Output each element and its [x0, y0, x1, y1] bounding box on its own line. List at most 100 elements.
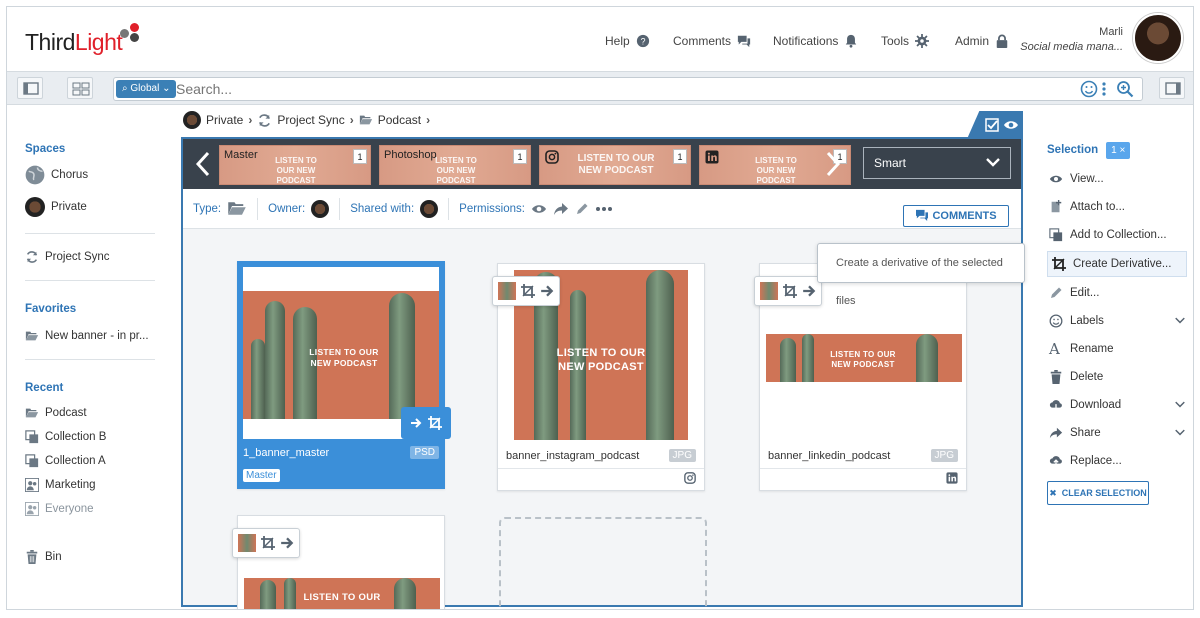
meta-permissions[interactable]: Permissions: — [449, 198, 623, 220]
action-label: Edit... — [1070, 287, 1100, 299]
meta-shared[interactable]: Shared with: — [340, 197, 450, 220]
asset-card-selected[interactable]: LISTEN TO OUR NEW PODCAST 1_banner_maste… — [237, 261, 451, 489]
sidebar-item-podcast[interactable]: Podcast — [25, 406, 165, 420]
sidebar-divider — [25, 359, 155, 360]
action-rename[interactable]: A Rename — [1047, 339, 1187, 359]
nav-help[interactable]: Help ? — [605, 31, 650, 51]
tile-count-badge: 1 — [513, 149, 527, 164]
version-tile-photoshop[interactable]: Photoshop LISTEN TO OUR NEW PODCAST 1 — [379, 145, 531, 185]
action-share[interactable]: Share — [1047, 423, 1187, 443]
panel-tab — [967, 111, 1023, 139]
photo-text: LISTEN TO OUR — [303, 592, 381, 603]
clear-selection-button[interactable]: ✖ CLEAR SELECTION — [1047, 481, 1149, 505]
sidebar-item-label: New banner - in pr... — [45, 330, 149, 342]
svg-text:?: ? — [640, 37, 645, 47]
card-filetype-badge: PSD — [410, 446, 439, 459]
chevron-right-icon[interactable] — [825, 151, 841, 177]
nav-admin[interactable]: Admin — [955, 31, 1009, 51]
user-info[interactable]: Marli Social media mana... — [1020, 25, 1123, 55]
search-input[interactable] — [176, 79, 1036, 99]
card-actions-overlay[interactable] — [492, 276, 560, 306]
sidebar-item-marketing[interactable]: Marketing — [25, 478, 165, 492]
sidebar-item-collection-b[interactable]: Collection B — [25, 430, 165, 444]
photo-text: NEW PODCAST — [558, 361, 644, 373]
chevron-down-icon — [1175, 401, 1185, 408]
trash-icon — [1050, 370, 1062, 384]
action-label: Replace... — [1070, 455, 1122, 467]
action-replace[interactable]: Replace... — [1047, 451, 1187, 471]
card-thumbnail: LISTEN TO OUR NEW PODCAST — [766, 334, 962, 382]
action-attach[interactable]: Attach to... — [1047, 197, 1187, 217]
sidebar-item-everyone[interactable]: Everyone — [25, 502, 165, 516]
search-scope-dropdown[interactable]: ⌕ Global ⌄ — [116, 80, 177, 98]
folder-open-icon — [359, 115, 372, 125]
nav-tools[interactable]: Tools — [881, 31, 930, 51]
meta-owner[interactable]: Owner: — [258, 197, 341, 220]
thirdlight-logo[interactable]: ThirdLight — [25, 23, 140, 56]
eye-icon[interactable] — [1003, 119, 1019, 131]
sidebar-item-label: Collection B — [45, 431, 107, 443]
version-tile-instagram[interactable]: LISTEN TO OUR NEW PODCAST 1 — [539, 145, 691, 185]
card-filetype-badge: JPG — [930, 449, 958, 462]
action-create-derivative[interactable]: Create Derivative... — [1047, 251, 1187, 277]
sidebar-item-bin[interactable]: Bin — [25, 550, 165, 564]
smiley-icon[interactable] — [1080, 80, 1098, 98]
sidebar-item-collection-a[interactable]: Collection A — [25, 454, 165, 468]
breadcrumb-project-sync[interactable]: Project Sync — [277, 113, 344, 127]
nav-comments-label: Comments — [673, 34, 732, 48]
toggle-right-panel-button[interactable] — [1159, 77, 1185, 99]
zoom-search-icon[interactable] — [1116, 80, 1134, 98]
mini-thumbnail — [238, 534, 256, 552]
breadcrumb-private[interactable]: Private — [206, 113, 243, 127]
nav-notifications[interactable]: Notifications — [773, 31, 858, 51]
view-selector-dropdown[interactable]: Smart — [863, 147, 1011, 179]
comments-button[interactable]: COMMENTS — [903, 205, 1009, 227]
sidebar-item-project-sync[interactable]: Project Sync — [25, 250, 165, 264]
sidebar-item-private[interactable]: Private — [25, 197, 165, 217]
sidebar-item-chorus[interactable]: Chorus — [25, 165, 165, 185]
sidebar-toggle-icon — [23, 82, 39, 95]
bell-icon — [846, 34, 857, 48]
folder-open-icon — [228, 202, 246, 215]
action-delete[interactable]: Delete — [1047, 367, 1187, 387]
chevron-down-icon — [1175, 317, 1185, 324]
sidebar-item-label: Everyone — [45, 503, 94, 515]
empty-drop-zone[interactable] — [499, 517, 707, 609]
asset-card[interactable]: LISTEN TO OUR NEW PODCAST banner_linkedi… — [754, 263, 967, 491]
action-label: View... — [1070, 173, 1104, 185]
asset-card[interactable]: LISTEN TO OUR NEW PODCAST banner_instagr… — [492, 263, 705, 491]
arrow-right-icon — [281, 537, 294, 549]
derivative-tooltip: Create a derivative of the selected file… — [817, 243, 1025, 307]
action-add-to-collection[interactable]: Add to Collection... — [1047, 225, 1187, 245]
left-sidebar: Spaces Chorus Private Project Sync Favor… — [25, 143, 165, 564]
more-options-icon[interactable] — [1100, 80, 1108, 98]
breadcrumb-podcast[interactable]: Podcast — [378, 113, 421, 127]
card-actions-overlay[interactable] — [232, 528, 300, 558]
selection-count-badge[interactable]: 1 × — [1106, 141, 1131, 159]
sidebar-item-label: Bin — [45, 551, 62, 563]
action-view[interactable]: View... — [1047, 169, 1187, 189]
asset-card[interactable]: LISTEN TO OUR — [232, 515, 445, 609]
check-square-icon[interactable] — [985, 118, 999, 132]
card-actions-overlay[interactable] — [401, 407, 451, 439]
eye-icon — [531, 204, 546, 213]
action-edit[interactable]: Edit... — [1047, 283, 1187, 303]
view-mode-button[interactable] — [67, 77, 93, 99]
collection-icon — [25, 430, 39, 444]
sidebar-item-new-banner[interactable]: New banner - in pr... — [25, 329, 165, 343]
action-label: Attach to... — [1070, 201, 1125, 213]
meta-type[interactable]: Type: — [183, 197, 259, 220]
user-avatar[interactable] — [1133, 13, 1183, 63]
nav-comments[interactable]: Comments — [673, 31, 751, 51]
crop-icon — [428, 416, 442, 430]
action-download[interactable]: Download — [1047, 395, 1187, 415]
chevron-down-icon — [986, 158, 1000, 167]
nav-notifications-label: Notifications — [773, 34, 839, 48]
toggle-sidebar-button[interactable] — [17, 77, 43, 99]
action-labels[interactable]: Labels — [1047, 311, 1187, 331]
chevron-left-icon[interactable] — [195, 151, 211, 177]
crop-icon — [1052, 257, 1066, 271]
more-horizontal-icon[interactable] — [595, 206, 613, 212]
card-actions-overlay[interactable] — [754, 276, 822, 306]
version-tile-master[interactable]: Master LISTEN TO OUR NEW PODCAST 1 — [219, 145, 371, 185]
